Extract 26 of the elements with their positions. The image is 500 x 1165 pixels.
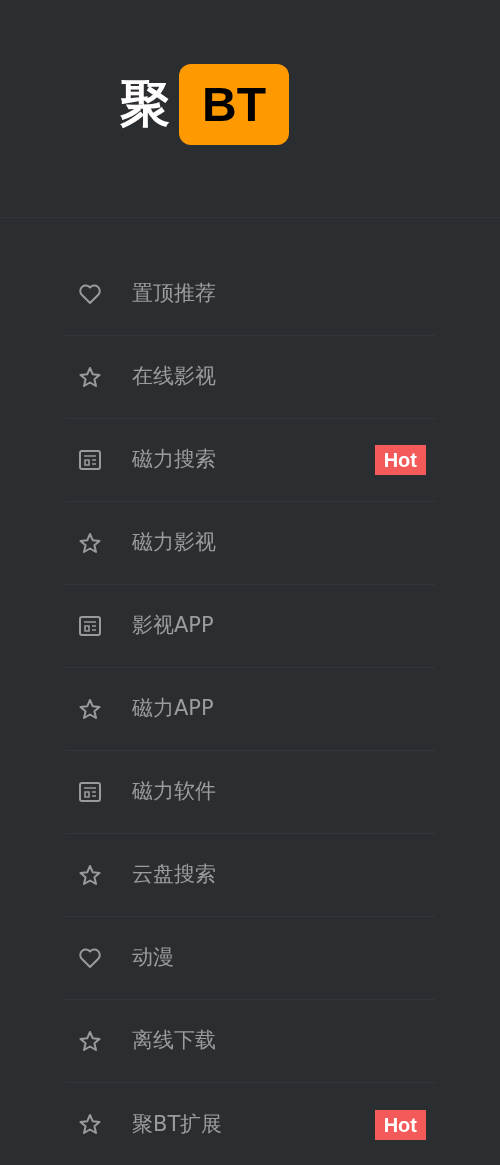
hot-badge: Hot [374, 445, 426, 475]
menu-item[interactable]: 聚BT扩展 [132, 1108, 375, 1141]
menu-item[interactable]: 在线影视 [132, 361, 435, 393]
hot-badge: Hot [374, 1109, 426, 1140]
star-icon [78, 863, 102, 887]
star-icon [78, 697, 102, 721]
menu-item[interactable]: 磁力APP [132, 693, 435, 725]
menu-item[interactable]: 影视APP [132, 610, 435, 642]
newspaper-icon [78, 781, 102, 803]
heart-icon [78, 947, 102, 969]
star-icon [78, 1029, 102, 1053]
menu-item[interactable]: 离线下载 [132, 1025, 435, 1057]
menu-item[interactable]: 磁力软件 [132, 776, 435, 808]
logo-badge: BT [179, 64, 289, 145]
star-icon [78, 365, 102, 389]
star-icon [78, 1113, 102, 1136]
menu-item[interactable]: 云盘搜索 [132, 859, 435, 891]
menu-item[interactable]: 磁力影视 [132, 527, 435, 559]
heart-icon [78, 283, 102, 305]
menu-item[interactable]: 磁力搜索 [132, 444, 375, 476]
menu-item[interactable]: 置顶推荐 [132, 278, 435, 310]
menu-item[interactable]: 动漫 [132, 942, 435, 974]
star-icon [78, 531, 102, 555]
logo-text: 聚 [120, 74, 170, 135]
newspaper-icon [78, 615, 102, 637]
newspaper-icon [78, 449, 102, 471]
